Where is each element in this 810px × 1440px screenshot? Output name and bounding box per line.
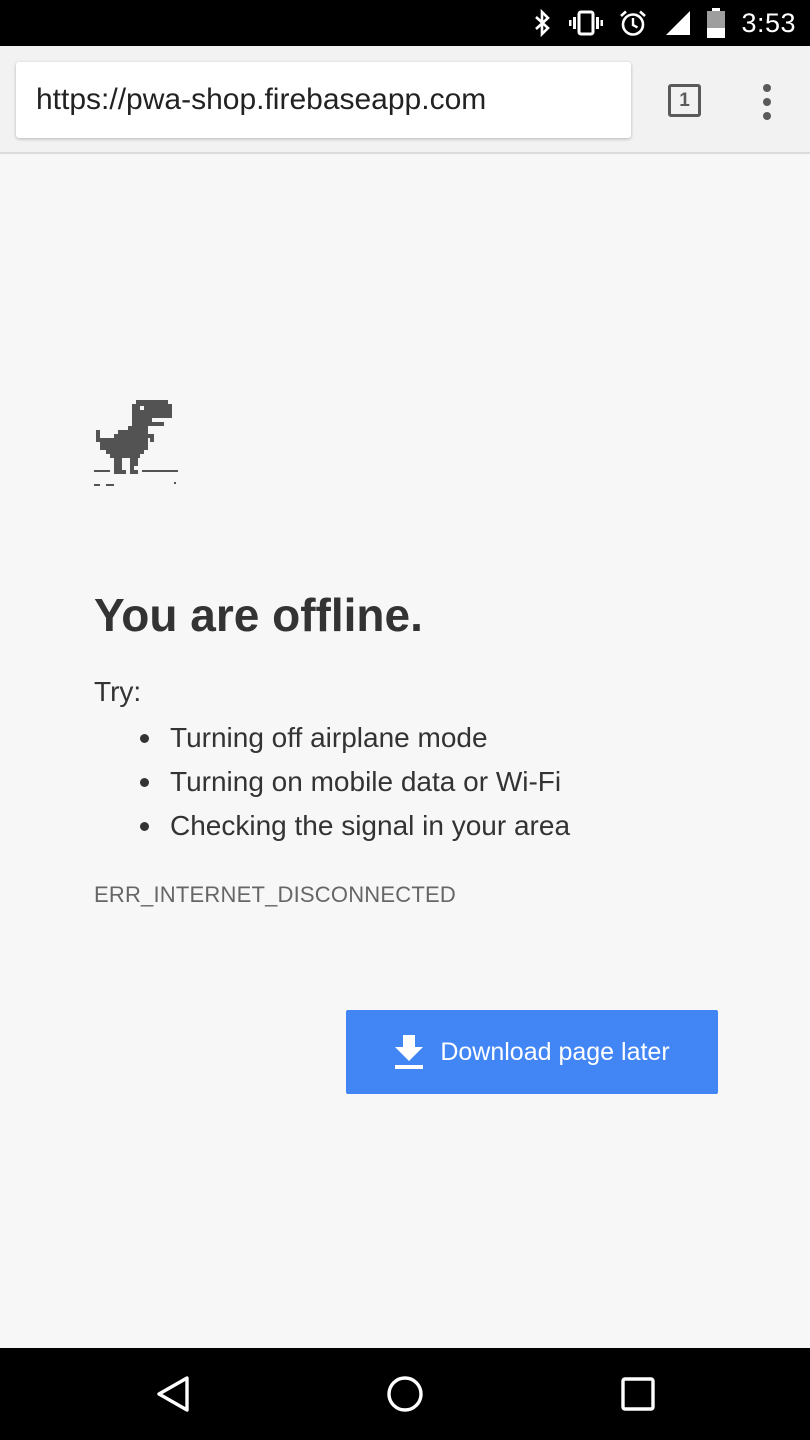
download-button-label: Download page later — [440, 1037, 670, 1066]
status-bar: 3:53 — [0, 0, 810, 46]
alarm-icon — [620, 10, 647, 36]
signal-icon — [666, 11, 691, 35]
bluetooth-icon — [535, 9, 551, 37]
status-time: 3:53 — [741, 7, 796, 38]
try-label: Try: — [94, 676, 142, 707]
list-item: Turning on mobile data or Wi-Fi — [94, 760, 570, 804]
menu-dot — [763, 112, 771, 120]
list-item: Turning off airplane mode — [94, 716, 570, 760]
tab-count: 1 — [668, 84, 701, 117]
tab-switcher-button[interactable]: 1 — [666, 82, 704, 118]
address-bar[interactable]: https://pwa-shop.firebaseapp.com — [16, 62, 631, 138]
back-button[interactable] — [127, 1348, 219, 1440]
back-icon — [157, 1376, 189, 1412]
suggestion-list: Turning off airplane mode Turning on mob… — [94, 716, 570, 848]
browser-toolbar: https://pwa-shop.firebaseapp.com 1 — [0, 46, 810, 154]
recents-icon — [621, 1377, 655, 1411]
vibrate-icon — [569, 10, 604, 36]
menu-dot — [763, 98, 771, 106]
dino-icon[interactable] — [94, 400, 182, 488]
download-icon — [395, 1035, 424, 1069]
list-item: Checking the signal in your area — [94, 804, 570, 848]
recents-button[interactable] — [592, 1348, 684, 1440]
page-title: You are offline. — [94, 589, 423, 641]
menu-dot — [763, 84, 771, 92]
status-icons: 3:53 — [533, 0, 796, 46]
download-page-later-button[interactable]: Download page later — [346, 1010, 718, 1094]
battery-icon — [707, 8, 726, 38]
url-text[interactable]: https://pwa-shop.firebaseapp.com — [36, 62, 486, 138]
home-icon — [387, 1376, 423, 1412]
error-code: ERR_INTERNET_DISCONNECTED — [94, 882, 456, 907]
home-button[interactable] — [359, 1348, 451, 1440]
navigation-bar — [0, 1348, 810, 1440]
menu-button[interactable] — [752, 82, 782, 122]
